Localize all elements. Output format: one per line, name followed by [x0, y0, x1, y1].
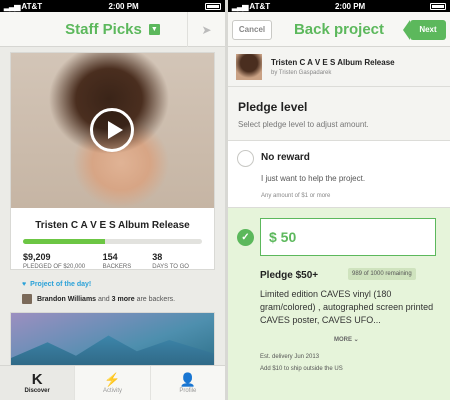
project-summary: Tristen C A V E S Album Release by Trist…: [228, 47, 450, 87]
project-of-day: ♥ Project of the day!: [22, 281, 92, 288]
section-heading: Pledge level: [238, 100, 308, 114]
tab-activity[interactable]: ⚡ Activity: [75, 366, 151, 400]
signal-icon: ▂▃▅: [4, 1, 21, 11]
carrier: AT&T: [21, 1, 43, 11]
project-creator: by Tristen Gaspadarek: [271, 69, 332, 76]
stat-pledged: $9,209 PLEDGED OF $20,000: [23, 252, 86, 270]
chevron-down-icon[interactable]: ▼: [148, 23, 160, 35]
next-button[interactable]: Next: [403, 20, 446, 40]
reward-option-no-reward[interactable]: No reward I just want to help the projec…: [228, 140, 450, 208]
tab-profile[interactable]: 👤 Profile: [151, 366, 225, 400]
play-icon[interactable]: [90, 108, 134, 152]
project-stats: $9,209 PLEDGED OF $20,000 154 BACKERS 38…: [23, 252, 202, 270]
backers-line[interactable]: Brandon Williams and 3 more are backers.: [22, 294, 175, 304]
more-link[interactable]: MORE ⌄: [334, 336, 359, 343]
project-photo[interactable]: [11, 53, 214, 208]
reward-description: Limited edition CAVES vinyl (180 gram/co…: [260, 289, 434, 325]
left-screen: ▂▃▅ AT&T 2:00 PM Staff Picks ▼ ➤ Tristen…: [0, 0, 225, 400]
next-project-image[interactable]: [10, 312, 215, 370]
reward-option-selected[interactable]: ✓ $ 50 Pledge $50+ 989 of 1000 remaining…: [228, 208, 450, 400]
funding-progress-fill: [23, 239, 106, 244]
status-bar: ▂▃▅ AT&T 2:00 PM: [228, 0, 450, 12]
stat-days: 38 DAYS TO GO: [152, 252, 189, 270]
reward-minimum: Any amount of $1 or more: [261, 193, 331, 199]
reward-name: No reward: [261, 152, 310, 163]
project-title: Tristen C A V E S Album Release: [271, 57, 395, 67]
nav-bar: Staff Picks ▼ ➤: [0, 12, 225, 47]
amount-input[interactable]: $ 50: [260, 218, 436, 256]
carrier: AT&T: [249, 1, 271, 11]
heart-icon: ♥: [22, 281, 27, 288]
estimated-delivery: Est. delivery Jun 2013: [260, 354, 320, 360]
project-card[interactable]: Tristen C A V E S Album Release $9,209 P…: [10, 52, 215, 270]
section-subheading: Select pledge level to adjust amount.: [238, 120, 369, 129]
lightning-icon: ⚡: [104, 372, 121, 387]
project-title[interactable]: Tristen C A V E S Album Release: [11, 220, 214, 231]
remaining-badge: 989 of 1000 remaining: [348, 268, 416, 280]
more-backers-link[interactable]: 3 more: [112, 296, 135, 303]
stat-backers: 154 BACKERS: [102, 252, 132, 270]
clock: 2:00 PM: [334, 1, 366, 11]
cancel-button[interactable]: Cancel: [232, 20, 272, 40]
battery-icon: [430, 2, 446, 10]
radio-button[interactable]: [237, 150, 254, 167]
signal-icon: ▂▃▅: [232, 1, 249, 11]
funding-progress: [23, 239, 202, 244]
tab-discover[interactable]: K Discover: [0, 366, 76, 400]
reward-name: Pledge $50+: [260, 270, 319, 281]
location-arrow-icon[interactable]: ➤: [187, 12, 225, 47]
battery-icon: [205, 2, 221, 10]
kickstarter-icon: K: [31, 371, 43, 388]
reward-description: I just want to help the project.: [261, 174, 366, 183]
nav-bar: Cancel Back project Next: [228, 12, 450, 47]
shipping-note: Add $10 to ship outside the US: [260, 366, 343, 372]
right-screen: ▂▃▅ AT&T 2:00 PM Cancel Back project Nex…: [228, 0, 450, 400]
status-bar: ▂▃▅ AT&T 2:00 PM: [0, 0, 225, 12]
tab-bar: K Discover ⚡ Activity 👤 Profile: [0, 365, 225, 400]
page-title: Back project: [293, 20, 385, 38]
person-icon: 👤: [179, 372, 196, 387]
page-title[interactable]: Staff Picks: [65, 21, 142, 38]
project-thumbnail: [236, 53, 262, 80]
backer-name[interactable]: Brandon Williams: [37, 296, 96, 303]
checkmark-icon[interactable]: ✓: [237, 229, 254, 246]
avatar[interactable]: [22, 294, 32, 304]
clock: 2:00 PM: [108, 1, 139, 11]
